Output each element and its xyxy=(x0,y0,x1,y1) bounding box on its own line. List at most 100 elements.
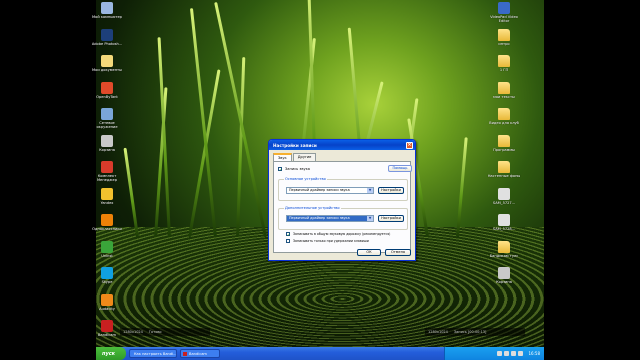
desktop-icon[interactable]: Видео для клуб xyxy=(487,108,521,125)
primary-device-group-label: Основное устройство xyxy=(284,177,327,181)
desktop-icon-label: Корзина xyxy=(99,147,115,152)
clock: 16:58 xyxy=(528,351,540,356)
taskbar-button-bandicam[interactable]: Bandicam xyxy=(180,349,220,358)
secondary-settings-button[interactable]: Настройки xyxy=(378,215,404,222)
folder-icon xyxy=(498,240,510,253)
desktop-icon[interactable]: SAM_5727... xyxy=(487,187,521,205)
yandex-icon xyxy=(101,187,113,200)
desktop-icon-label: мои тексты xyxy=(493,94,515,99)
folder-icon xyxy=(498,28,510,41)
taskbar-button-label: Bandicam xyxy=(189,351,207,356)
record-sound-checkbox[interactable]: ✓ xyxy=(278,167,282,172)
taskbar: пуск Как настроить Bandi... Bandicam 16:… xyxy=(96,347,544,360)
desktop-icon[interactable]: Мой компьютер xyxy=(90,2,124,19)
desktop-icon[interactable]: SAM_5728... xyxy=(487,214,521,231)
taskbar-button-label: Как настроить Bandi... xyxy=(134,351,177,356)
record-sound-label: Запись звука xyxy=(285,167,310,171)
desktop-icon-label: Сетевое окружение xyxy=(96,121,118,129)
recorder-bar-right: 1280x1024 Запись [00:00:13] xyxy=(425,328,525,336)
network-icon xyxy=(101,108,113,120)
desktop-icon[interactable]: Корзина xyxy=(90,134,124,152)
desktop-icon-label: Adobe Photosh... xyxy=(91,41,123,46)
file-icon xyxy=(498,214,510,226)
primary-device-select[interactable]: Первичный драйвер записи звука ▼ xyxy=(286,187,374,194)
desktop-icon[interactable]: Adobe Photosh... xyxy=(90,28,124,46)
desktop-icon-label: интро xyxy=(498,41,510,46)
mix-track-checkbox[interactable]: ✓ xyxy=(286,232,290,237)
recycle-bin-icon xyxy=(498,267,510,279)
bandicam-icon xyxy=(183,351,187,356)
hold-key-checkbox[interactable] xyxy=(286,239,290,243)
primary-device-value: Первичный драйвер записи звука xyxy=(289,188,350,192)
odnoklassniki-icon xyxy=(101,214,113,226)
secondary-device-select[interactable]: Первичный драйвер записи звука ▼ xyxy=(286,215,374,222)
dialog-title: Настройки записи xyxy=(273,142,317,148)
desktop-icon-label: Комплект Менеджер xyxy=(96,174,118,182)
tray-icon[interactable] xyxy=(511,351,517,356)
dialog-tabs: Звук Другие xyxy=(269,150,415,161)
cancel-button[interactable]: Отмена xyxy=(385,249,411,256)
computer-icon xyxy=(101,2,113,14)
desktop-icon-label: Одноклассники xyxy=(92,227,122,231)
recycle-bin-icon xyxy=(101,134,113,147)
desktop-icon[interactable]: Бандикам тулс xyxy=(487,240,521,258)
desktop-icon[interactable]: Yandex xyxy=(90,187,124,205)
secondary-device-group-label: Дополнительное устройство xyxy=(284,206,341,210)
desktop-icon-label: Программы xyxy=(493,147,515,152)
folder-icon xyxy=(498,81,510,94)
desktop-icon[interactable]: Комплект Менеджер xyxy=(90,161,124,182)
desktop-icon-label: 1 ГП xyxy=(499,68,509,72)
desktop-icon-label: OpenByTant xyxy=(96,94,118,99)
desktop-icon-label: Корзина xyxy=(496,280,512,284)
recording-settings-dialog: Настройки записи × Звук Другие ✓ Запись … xyxy=(268,139,416,261)
recorder-resolution: 1280x1024 xyxy=(428,330,448,334)
recorder-status: Готово xyxy=(148,330,162,334)
desktop-icon[interactable]: Audacity xyxy=(90,293,124,311)
videopad-icon xyxy=(498,2,510,14)
app-icon xyxy=(101,81,113,94)
file-icon xyxy=(498,187,510,200)
desktop-icon[interactable]: мои тексты xyxy=(487,81,521,99)
start-button[interactable]: пуск xyxy=(96,347,126,360)
desktop-icon[interactable]: Программы xyxy=(487,134,521,152)
tab-sound[interactable]: Звук xyxy=(273,153,292,161)
dialog-titlebar[interactable]: Настройки записи × xyxy=(269,140,415,150)
volume-icon[interactable] xyxy=(518,351,524,356)
desktop-icon-label: Настенные фоны xyxy=(487,174,521,178)
folder-icon xyxy=(498,134,510,147)
desktop-icon[interactable]: VideoPad Video Editor xyxy=(487,2,521,23)
desktop-icon-label: Audacity xyxy=(99,306,115,311)
desktop-icon-label: SAM_5728... xyxy=(492,227,516,231)
desktop-icon[interactable]: интро xyxy=(487,28,521,46)
tab-other[interactable]: Другие xyxy=(292,153,317,161)
chevron-down-icon: ▼ xyxy=(367,216,373,221)
taskbar-button-browser[interactable]: Как настроить Bandi... xyxy=(129,349,177,358)
ok-button[interactable]: ОК xyxy=(357,249,381,256)
uninstall-icon xyxy=(101,240,113,253)
desktop-icon-label: SAM_5727... xyxy=(492,200,516,205)
desktop-icon-label: Uninst xyxy=(101,253,113,258)
tray-icon[interactable] xyxy=(497,351,503,356)
desktop-icon[interactable]: 1 ГП xyxy=(487,55,521,72)
bandicam-icon xyxy=(101,320,113,332)
recorder-status: Запись [00:00:13] xyxy=(453,330,487,334)
chevron-down-icon: ▼ xyxy=(367,188,373,193)
primary-settings-button[interactable]: Настройки xyxy=(378,187,404,194)
help-button[interactable]: Помощь xyxy=(388,165,412,172)
desktop-icon[interactable]: OpenByTant xyxy=(90,81,124,99)
desktop-icon[interactable]: Bandicam xyxy=(90,320,124,337)
desktop-icon-label: Yandex xyxy=(100,200,114,205)
desktop-icon[interactable]: Uninst xyxy=(90,240,124,258)
desktop-icon[interactable]: Мои документы xyxy=(90,55,124,72)
desktop-icon[interactable]: Сетевое окружение xyxy=(90,108,124,129)
tray-icon[interactable] xyxy=(504,351,510,356)
desktop-icon[interactable]: Skype xyxy=(90,267,124,284)
desktop-icon[interactable]: Настенные фоны xyxy=(487,161,521,178)
recorder-resolution: 1280x1024 xyxy=(123,330,143,334)
secondary-device-value: Первичный драйвер записи звука xyxy=(289,216,350,220)
skype-icon xyxy=(101,267,113,279)
recorder-bar-left: 1280x1024 Готово xyxy=(120,328,210,336)
desktop-icon[interactable]: Корзина xyxy=(487,267,521,284)
desktop-icon[interactable]: Одноклассники xyxy=(90,214,124,231)
close-button[interactable]: × xyxy=(406,141,413,149)
